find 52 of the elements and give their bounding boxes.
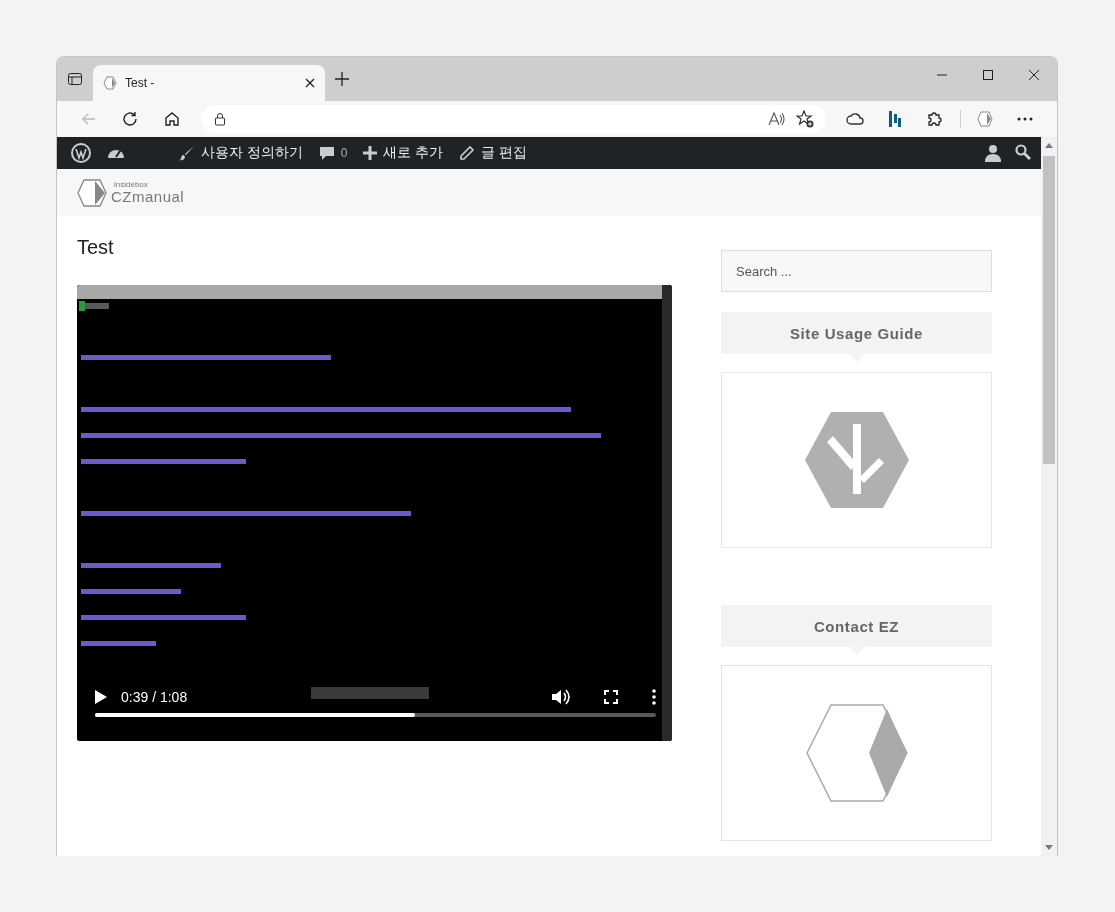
plus-icon xyxy=(363,146,378,160)
fullscreen-icon[interactable] xyxy=(604,690,618,704)
new-tab-icon[interactable] xyxy=(335,72,349,86)
reload-icon[interactable] xyxy=(121,110,139,128)
more-icon[interactable] xyxy=(652,689,656,705)
play-icon[interactable] xyxy=(95,690,107,704)
close-icon[interactable] xyxy=(1029,70,1039,80)
logo-tagline: insidebox xyxy=(113,181,149,189)
logo-text: CZmanual xyxy=(111,189,185,204)
wordpress-logo-icon xyxy=(71,143,91,163)
post-title: Test xyxy=(77,236,115,259)
toolbar-label: 글 편집 xyxy=(481,144,527,162)
read-aloud-icon[interactable] xyxy=(768,111,786,127)
sidebar-icon[interactable] xyxy=(67,71,83,87)
puzzle-icon[interactable] xyxy=(926,110,944,128)
video-player[interactable]: 0:39 / 1:08 xyxy=(77,285,672,741)
more-icon[interactable] xyxy=(1017,117,1033,121)
toolbar-label: 0 xyxy=(340,146,348,160)
home-icon[interactable] xyxy=(163,110,181,128)
hexagon-icon[interactable] xyxy=(977,111,993,127)
cube-hexagon-icon xyxy=(804,703,909,803)
widget-title: Site Usage Guide xyxy=(721,312,992,354)
hexagon-icon xyxy=(103,76,117,90)
toolbar-item[interactable]: 글 편집 xyxy=(451,137,535,169)
widget-title: Contact EZ xyxy=(721,605,992,647)
tab-title: Test - xyxy=(125,76,156,90)
toolbar-item[interactable]: 사용자 정의하기 xyxy=(171,137,311,169)
pencil-icon xyxy=(459,145,476,161)
comment-icon xyxy=(318,145,335,161)
cloud-icon[interactable] xyxy=(846,112,864,126)
toolbar-item[interactable]: 새로 추가 xyxy=(355,137,452,169)
search-field[interactable]: Search ... xyxy=(721,250,992,292)
toolbar-item[interactable]: 0 xyxy=(310,137,356,169)
search-icon[interactable] xyxy=(1015,144,1031,160)
toolbar-label: 사용자 정의하기 xyxy=(201,144,303,162)
toolbar-label: 새로 추가 xyxy=(383,144,444,162)
brush-icon xyxy=(179,145,195,161)
site-logo-icon xyxy=(77,178,107,207)
volume-icon[interactable] xyxy=(552,689,570,705)
up-arrow-icon[interactable] xyxy=(1045,143,1053,148)
bars-icon[interactable] xyxy=(888,110,902,128)
favorite-add-icon[interactable] xyxy=(796,110,814,128)
close-icon[interactable] xyxy=(305,78,315,88)
maximize-icon[interactable] xyxy=(983,70,993,80)
lock-icon xyxy=(213,112,227,126)
user-icon[interactable] xyxy=(985,144,1001,162)
scrollbar[interactable] xyxy=(1041,137,1057,856)
video-time: 0:39 / 1:08 xyxy=(121,689,188,705)
down-arrow-icon[interactable] xyxy=(1045,845,1053,850)
browser-tab[interactable]: Test - xyxy=(93,65,325,101)
tree-hexagon-icon xyxy=(804,412,909,508)
progress-bar[interactable] xyxy=(95,713,656,717)
